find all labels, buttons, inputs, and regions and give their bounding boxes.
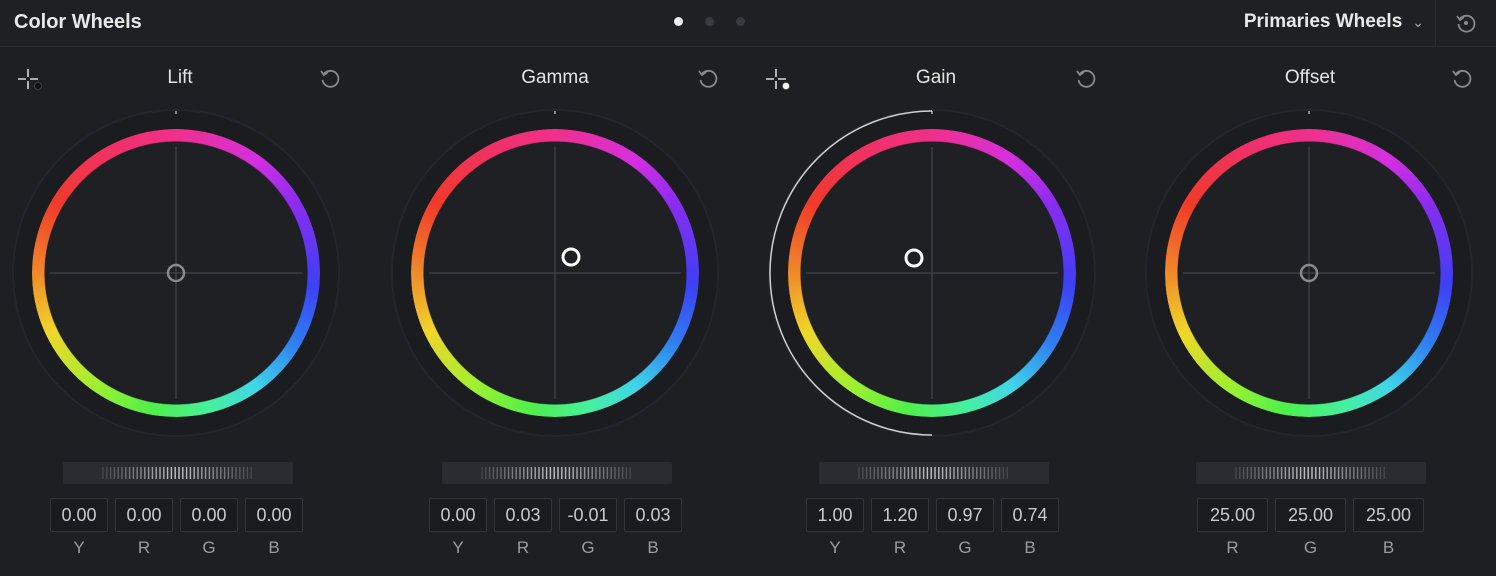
color-wheel-offset[interactable] [1122, 47, 1496, 467]
value-label-b: B [647, 538, 659, 557]
page-dot-3[interactable] [736, 17, 745, 26]
value-r: 25.00 R [1197, 498, 1268, 558]
value-field-b[interactable]: 25.00 [1353, 498, 1424, 532]
wheel-values: 0.00 Y 0.03 R -0.01 G 0.03 B [429, 498, 682, 558]
primaries-mode-dropdown[interactable]: Primaries Wheels ⌄ [1244, 11, 1424, 33]
value-y: 0.00 Y [50, 498, 108, 558]
chevron-down-icon: ⌄ [1412, 13, 1424, 30]
value-field-g[interactable]: 0.00 [180, 498, 238, 532]
value-field-b[interactable]: 0.03 [624, 498, 682, 532]
value-field-y[interactable]: 1.00 [806, 498, 864, 532]
wheel-panel-gamma: Gamma 0.00 Y 0.03 R -0.01 G 0.03 B [374, 47, 748, 576]
value-b: 0.74 B [1001, 498, 1059, 558]
wheel-panel-lift: Lift 0.00 Y 0.00 R 0.00 G 0.00 B [0, 47, 374, 576]
color-wheel-lift[interactable] [0, 47, 374, 467]
value-label-r: R [516, 538, 530, 557]
mode-label: Primaries Wheels [1243, 11, 1403, 32]
value-label-b: B [1382, 538, 1395, 557]
value-g: 0.00 G [180, 498, 238, 558]
wheel-panel-offset: Offset 25.00 R 25.00 G 25.00 B [1122, 47, 1496, 576]
value-b: 25.00 B [1353, 498, 1424, 558]
value-label-b: B [268, 538, 280, 557]
value-label-g: G [958, 538, 972, 557]
value-field-g[interactable]: 25.00 [1275, 498, 1346, 532]
wheel-title: Lift [167, 67, 193, 88]
master-jog-wheel[interactable] [63, 462, 293, 484]
value-r: 0.00 R [115, 498, 173, 558]
reset-offset-icon[interactable] [1450, 67, 1474, 91]
value-label-g: G [1303, 538, 1318, 557]
panel-title: Color Wheels [14, 11, 142, 33]
value-r: 1.20 R [871, 498, 929, 558]
value-label-r: R [893, 538, 907, 557]
master-jog-wheel[interactable] [442, 462, 672, 484]
value-label-y: Y [829, 538, 841, 557]
color-wheel-gain[interactable] [748, 47, 1122, 467]
value-g: 0.97 G [936, 498, 994, 558]
value-field-g[interactable]: -0.01 [559, 498, 617, 532]
page-dot-1[interactable] [674, 17, 683, 26]
value-b: 0.03 B [624, 498, 682, 558]
color-picker-icon[interactable] [16, 67, 42, 93]
value-label-y: Y [73, 538, 85, 557]
value-y: 0.00 Y [429, 498, 487, 558]
value-field-r[interactable]: 1.20 [871, 498, 929, 532]
color-wheel-gamma[interactable] [374, 47, 748, 467]
value-label-g: G [581, 538, 595, 557]
value-field-r[interactable]: 0.03 [494, 498, 552, 532]
value-label-r: R [1226, 538, 1239, 557]
wheel-values: 1.00 Y 1.20 R 0.97 G 0.74 B [806, 498, 1059, 558]
wheel-values: 0.00 Y 0.00 R 0.00 G 0.00 B [50, 498, 303, 558]
reset-all-icon [1456, 14, 1476, 33]
value-b: 0.00 B [245, 498, 303, 558]
value-label-y: Y [452, 538, 464, 557]
wheel-title: Gain [915, 67, 957, 88]
value-field-r[interactable]: 25.00 [1197, 498, 1268, 532]
color-wheels-header: Color Wheels Primaries Wheels ⌄ [0, 0, 1496, 47]
master-jog-wheel[interactable] [1196, 462, 1426, 484]
page-dot-2[interactable] [705, 17, 714, 26]
value-field-b[interactable]: 0.74 [1001, 498, 1059, 532]
value-field-b[interactable]: 0.00 [245, 498, 303, 532]
reset-lift-icon[interactable] [318, 67, 342, 91]
value-field-g[interactable]: 0.97 [936, 498, 994, 532]
value-y: 1.00 Y [806, 498, 864, 558]
wheel-panel-gain: Gain 1.00 Y 1.20 R 0.97 G 0.74 B [748, 47, 1122, 576]
value-field-y[interactable]: 0.00 [429, 498, 487, 532]
reset-gamma-icon[interactable] [696, 67, 720, 91]
value-r: 0.03 R [494, 498, 552, 558]
wheel-title: Offset [1284, 67, 1336, 88]
wheel-values: 25.00 R 25.00 G 25.00 B [1197, 498, 1424, 558]
wheel-title: Gamma [521, 67, 589, 88]
value-label-g: G [202, 538, 216, 557]
value-g: 25.00 G [1275, 498, 1346, 558]
value-label-b: B [1024, 538, 1036, 557]
value-label-r: R [137, 538, 151, 557]
page-indicator [674, 17, 745, 26]
reset-gain-icon[interactable] [1074, 67, 1098, 91]
value-field-y[interactable]: 0.00 [50, 498, 108, 532]
value-field-r[interactable]: 0.00 [115, 498, 173, 532]
reset-all-button[interactable] [1435, 0, 1496, 46]
color-picker-icon[interactable] [764, 67, 790, 93]
master-jog-wheel[interactable] [819, 462, 1049, 484]
value-g: -0.01 G [559, 498, 617, 558]
